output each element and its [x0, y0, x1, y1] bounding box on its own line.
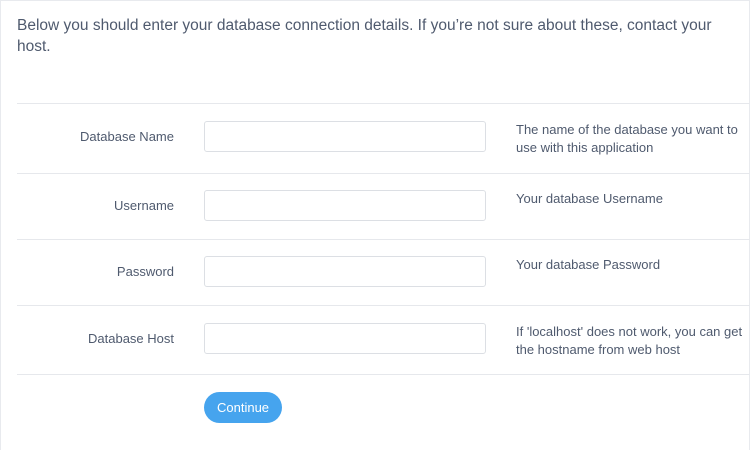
database-name-help: The name of the database you want to use…: [516, 122, 738, 155]
password-help: Your database Password: [516, 257, 661, 272]
password-input[interactable]: [204, 256, 486, 287]
username-label: Username: [114, 198, 174, 213]
form-row-password: Password Your database Password: [17, 240, 750, 306]
form-row-database-name: Database Name The name of the database y…: [17, 104, 750, 174]
password-label: Password: [116, 264, 174, 279]
database-setup-panel: Below you should enter your database con…: [0, 0, 750, 450]
database-name-label: Database Name: [80, 129, 174, 144]
username-help: Your database Username: [516, 191, 663, 206]
database-host-input[interactable]: [204, 323, 486, 354]
database-host-label: Database Host: [88, 331, 174, 346]
form-row-username: Username Your database Username: [17, 174, 750, 240]
intro-text: Below you should enter your database con…: [17, 17, 712, 55]
database-connection-form: Database Name The name of the database y…: [17, 103, 750, 445]
form-row-database-host: Database Host If 'localhost' does not wo…: [17, 306, 750, 375]
database-name-input[interactable]: [204, 121, 486, 152]
form-actions: Continue: [17, 375, 750, 445]
database-host-help: If 'localhost' does not work, you can ge…: [516, 324, 743, 357]
continue-button[interactable]: Continue: [204, 392, 283, 423]
username-input[interactable]: [204, 190, 486, 221]
